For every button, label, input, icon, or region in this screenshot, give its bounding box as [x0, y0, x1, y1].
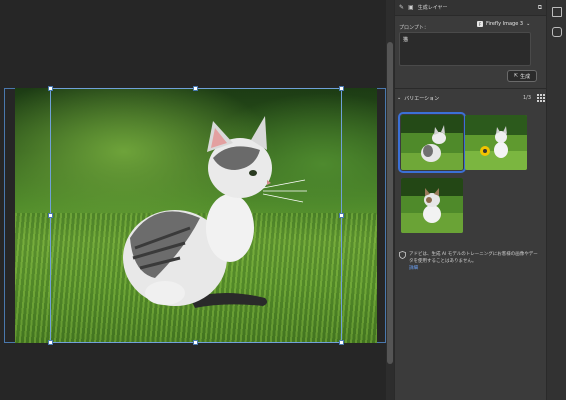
variations-label: バリエーション — [404, 95, 440, 102]
generate-icon: ⇱ — [513, 73, 519, 79]
transform-handle-tr[interactable] — [339, 86, 344, 91]
variation-image-1 — [401, 115, 463, 170]
learn-more-link[interactable]: 詳細 — [409, 265, 539, 272]
transform-handle-br[interactable] — [339, 340, 344, 345]
expand-icon[interactable]: ⧉ — [538, 4, 542, 12]
generate-panel: ✎ ▣ 生成レイヤー ⧉ プロンプト： F Firefly Image 3 ⌄ … — [394, 0, 547, 400]
firefly-icon: F — [477, 21, 483, 27]
chevron-down-icon: ⌄ — [526, 21, 531, 27]
model-label: Firefly Image 3 — [486, 21, 524, 27]
transform-handle-tl[interactable] — [48, 86, 53, 91]
transform-handle-bl[interactable] — [48, 340, 53, 345]
generative-ai-icon[interactable] — [552, 27, 562, 37]
transform-handle-tm[interactable] — [193, 86, 198, 91]
variations-header: ⌄ バリエーション 1/3 — [397, 93, 545, 103]
collapse-chevron-icon[interactable]: ⌄ — [397, 95, 401, 101]
grid-view-icon[interactable] — [537, 94, 545, 102]
variations-count: 1/3 — [522, 95, 531, 101]
prompt-input[interactable]: 猫 — [399, 32, 531, 66]
transform-handle-bm[interactable] — [193, 340, 198, 345]
disclaimer-text: アドビは、生成 AI モデルのトレーニングにお客様の画像やデータを使用することは… — [409, 252, 538, 264]
ai-disclaimer: アドビは、生成 AI モデルのトレーニングにお客様の画像やデータを使用することは… — [399, 251, 539, 272]
panel-header: ✎ ▣ 生成レイヤー ⧉ — [395, 0, 546, 16]
variation-thumbnail-3[interactable] — [401, 178, 463, 233]
variation-thumbnail-1[interactable] — [398, 112, 466, 173]
canvas-image[interactable] — [15, 88, 377, 343]
kitten-illustration — [123, 116, 307, 308]
layer-label: 生成レイヤー — [417, 5, 448, 11]
prompt-label: プロンプト： — [399, 25, 429, 31]
scrollbar-thumb[interactable] — [387, 42, 393, 364]
canvas-area[interactable] — [0, 0, 386, 400]
settings-icon[interactable]: ▣ — [408, 4, 414, 11]
variation-image-2 — [465, 115, 527, 170]
right-tool-rail — [546, 0, 566, 400]
generate-button[interactable]: ⇱ 生成 — [507, 70, 537, 82]
panel-divider — [395, 88, 547, 89]
transform-handle-mr[interactable] — [339, 213, 344, 218]
canvas-scrollbar[interactable] — [386, 0, 394, 400]
variation-image-3 — [401, 178, 463, 233]
layer-icon[interactable]: ✎ — [399, 4, 404, 11]
panel-toggle-icon[interactable] — [552, 7, 562, 17]
prompt-text: 猫 — [403, 37, 409, 43]
variation-thumbnail-2[interactable] — [465, 115, 527, 170]
transform-handle-ml[interactable] — [48, 213, 53, 218]
shield-icon — [399, 251, 406, 259]
generate-label: 生成 — [520, 73, 531, 80]
model-selector[interactable]: F Firefly Image 3 ⌄ — [477, 19, 530, 29]
